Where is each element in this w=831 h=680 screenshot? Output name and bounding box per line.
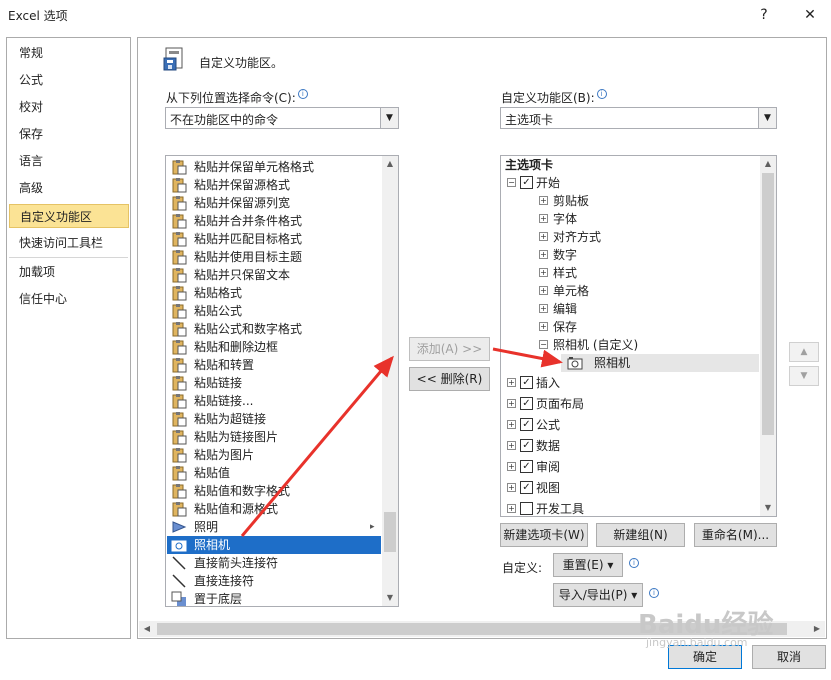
- annotation-arrows: [240, 347, 563, 537]
- red-arrow-to-add: [240, 355, 394, 537]
- red-arrow-to-camera: [492, 347, 563, 368]
